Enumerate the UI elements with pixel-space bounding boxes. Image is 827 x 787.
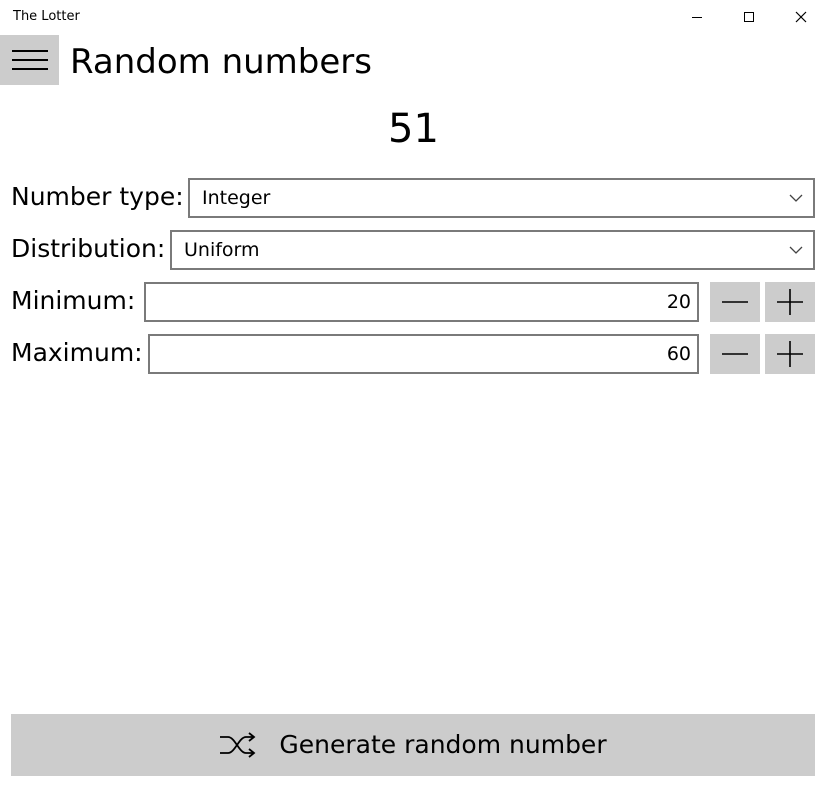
- minimum-decrement-button[interactable]: [710, 282, 760, 322]
- generate-random-number-button[interactable]: Generate random number: [11, 714, 815, 776]
- maximum-value: 60: [666, 343, 691, 365]
- maximum-increment-button[interactable]: [765, 334, 815, 374]
- number-type-dropdown[interactable]: Integer: [188, 178, 815, 218]
- chevron-down-icon: [789, 194, 803, 202]
- app-window: The Lotter Random numbers 51 Number type…: [0, 0, 827, 787]
- minimum-input[interactable]: 20: [144, 282, 699, 322]
- maximum-input[interactable]: 60: [148, 334, 699, 374]
- hamburger-menu-icon: [11, 50, 48, 70]
- random-result-value: 51: [388, 106, 439, 152]
- distribution-dropdown[interactable]: Uniform: [170, 230, 815, 270]
- close-icon: [795, 11, 807, 23]
- minimum-value: 20: [666, 291, 691, 313]
- maximum-decrement-button[interactable]: [710, 334, 760, 374]
- maximum-label: Maximum:: [11, 338, 143, 367]
- page-title: Random numbers: [70, 42, 372, 82]
- shuffle-icon: [219, 732, 257, 758]
- plus-icon: [777, 289, 803, 315]
- hamburger-menu-button[interactable]: [0, 35, 59, 85]
- minus-icon: [722, 353, 748, 355]
- plus-icon: [777, 341, 803, 367]
- maximize-button[interactable]: [723, 0, 775, 34]
- generate-button-label: Generate random number: [279, 730, 607, 759]
- distribution-selected: Uniform: [184, 239, 260, 261]
- minimize-icon: [692, 17, 702, 18]
- app-title: The Lotter: [13, 9, 80, 24]
- minus-icon: [722, 301, 748, 303]
- chevron-down-icon: [789, 246, 803, 254]
- minimum-increment-button[interactable]: [765, 282, 815, 322]
- maximize-icon: [744, 12, 754, 22]
- number-type-label: Number type:: [11, 182, 184, 211]
- minimize-button[interactable]: [671, 0, 723, 34]
- distribution-label: Distribution:: [11, 234, 166, 263]
- title-bar: The Lotter: [0, 0, 827, 34]
- minimum-label: Minimum:: [11, 286, 136, 315]
- number-type-selected: Integer: [202, 187, 271, 209]
- close-button[interactable]: [775, 0, 827, 34]
